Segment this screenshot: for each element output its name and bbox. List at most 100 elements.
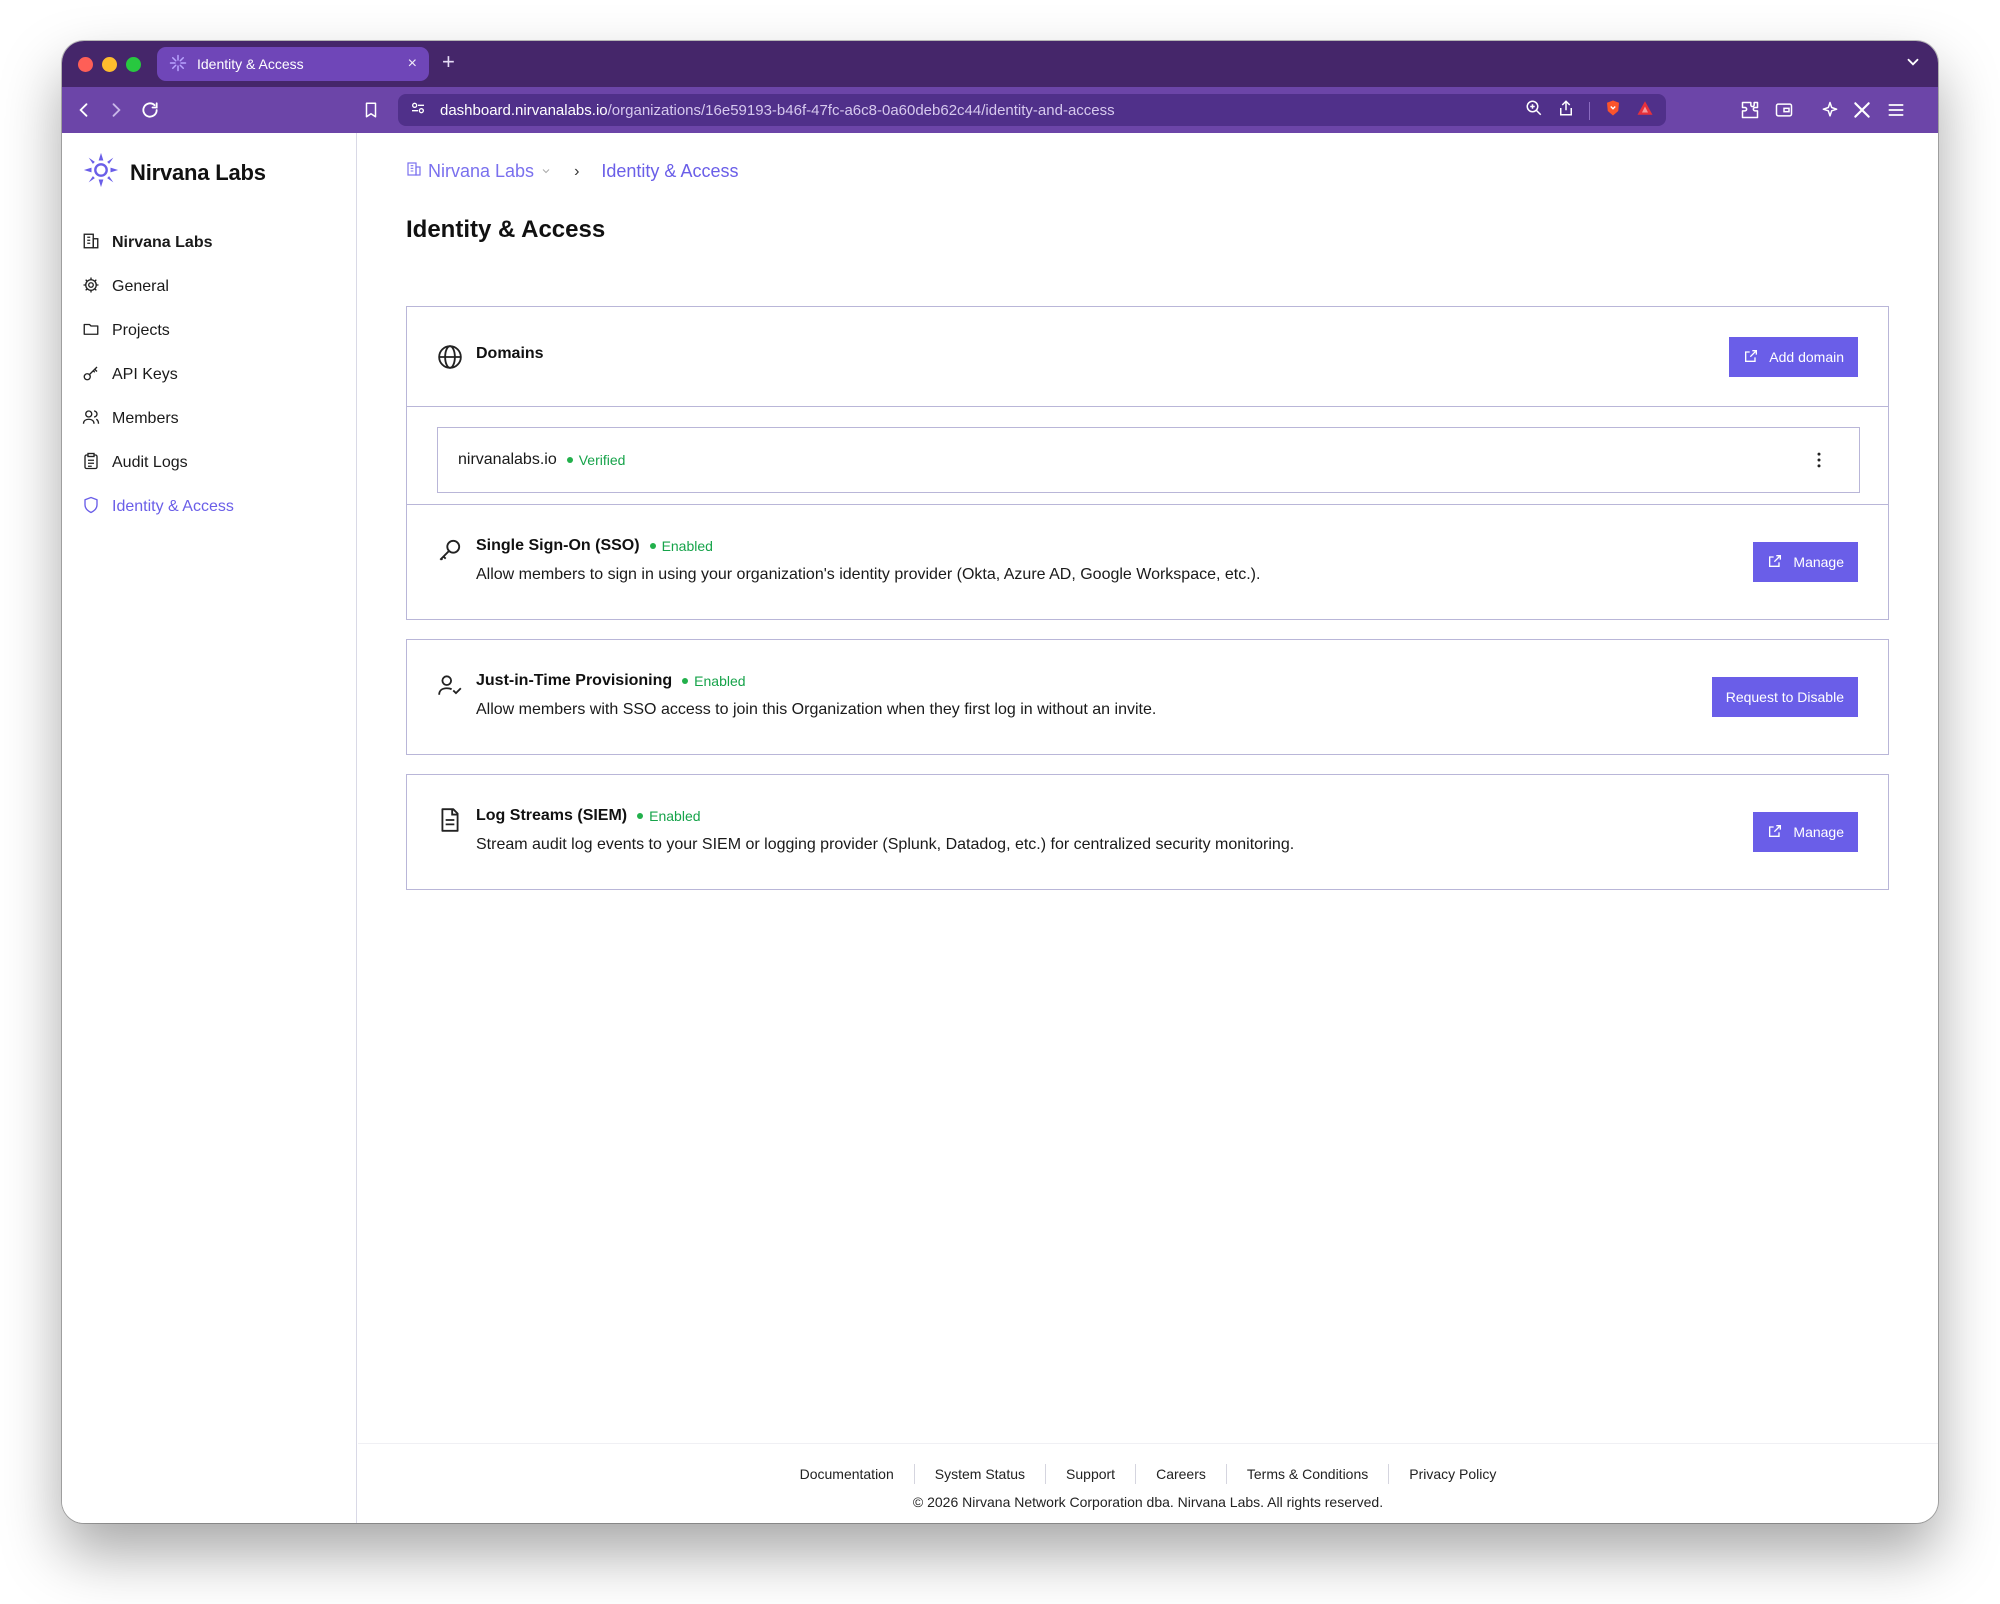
breadcrumb-current[interactable]: Identity & Access — [601, 161, 738, 182]
footer-link-support[interactable]: Support — [1046, 1464, 1137, 1484]
back-icon[interactable] — [72, 98, 96, 122]
chevron-down-icon[interactable] — [1904, 53, 1922, 76]
jit-description: Allow members with SSO access to join th… — [476, 701, 1157, 718]
manage-log-streams-button[interactable]: Manage — [1753, 812, 1858, 852]
minimize-window-button[interactable] — [102, 57, 117, 72]
sidebar-item-api-keys[interactable]: API Keys — [62, 353, 356, 397]
browser-tab[interactable]: Identity & Access × — [157, 47, 429, 81]
sidebar: Nirvana Labs Nirvana Labs General Projec… — [62, 133, 357, 1523]
globe-icon — [437, 344, 463, 370]
breadcrumb-separator: › — [574, 162, 580, 180]
url-host: dashboard.nirvanalabs.io — [440, 101, 608, 119]
tab-close-icon[interactable]: × — [408, 55, 417, 73]
divider — [1589, 101, 1590, 120]
add-domain-button[interactable]: Add domain — [1729, 337, 1858, 377]
user-check-icon — [437, 672, 463, 698]
chevron-down-icon — [540, 161, 552, 182]
status-dot — [682, 678, 689, 684]
clipboard-icon — [82, 452, 100, 475]
manage-label: Manage — [1793, 554, 1844, 570]
log-streams-title: Log Streams (SIEM) Enabled — [476, 807, 701, 825]
log-streams-description: Stream audit log events to your SIEM or … — [476, 836, 1295, 853]
sidebar-item-label: General — [112, 278, 169, 295]
close-window-button[interactable] — [78, 57, 93, 72]
building-icon — [82, 232, 100, 255]
sidebar-item-label: Members — [112, 410, 179, 427]
brand-name: Nirvana Labs — [130, 159, 266, 185]
new-tab-button[interactable]: + — [442, 51, 455, 73]
share-icon[interactable] — [1557, 99, 1575, 122]
shield-icon — [82, 496, 100, 519]
folder-icon — [82, 320, 100, 343]
sidebar-item-general[interactable]: General — [62, 265, 356, 309]
brave-rewards-icon[interactable] — [1636, 99, 1654, 122]
site-settings-icon[interactable] — [410, 100, 426, 121]
tab-bar: Identity & Access × + — [62, 41, 1938, 87]
status-badge: Verified — [566, 452, 626, 468]
browser-toolbar: dashboard.nirvanalabs.io/organizations/1… — [62, 87, 1938, 133]
zoom-icon[interactable] — [1525, 99, 1543, 122]
log-streams-title-text: Log Streams (SIEM) — [476, 807, 628, 824]
extensions-icon[interactable] — [1738, 98, 1762, 122]
external-link-icon — [1767, 823, 1783, 842]
status-label: Enabled — [694, 673, 746, 689]
manage-label: Manage — [1793, 824, 1844, 840]
key-icon — [82, 364, 100, 387]
document-icon — [437, 807, 463, 833]
status-dot — [637, 813, 644, 819]
breadcrumb-org[interactable]: Nirvana Labs — [406, 161, 552, 182]
status-label: Enabled — [661, 538, 713, 554]
jit-title-text: Just-in-Time Provisioning — [476, 672, 673, 689]
status-label: Verified — [578, 452, 626, 468]
footer-link-privacy[interactable]: Privacy Policy — [1389, 1464, 1516, 1484]
status-dot — [566, 457, 573, 463]
footer-links: Documentation System Status Support Care… — [358, 1464, 1938, 1484]
nirvana-logo-icon — [82, 151, 120, 194]
sidebar-nav: Nirvana Labs General Projects API Keys M… — [62, 221, 356, 529]
external-link-icon — [1767, 553, 1783, 572]
menu-icon[interactable] — [1884, 98, 1908, 122]
url-text: dashboard.nirvanalabs.io/organizations/1… — [440, 102, 1115, 119]
manage-sso-button[interactable]: Manage — [1753, 542, 1858, 582]
sidebar-item-members[interactable]: Members — [62, 397, 356, 441]
sidebar-item-projects[interactable]: Projects — [62, 309, 356, 353]
sidebar-item-identity-access[interactable]: Identity & Access — [62, 485, 356, 529]
sidebar-item-label: Audit Logs — [112, 454, 188, 471]
bookmark-icon[interactable] — [359, 98, 383, 122]
footer-link-documentation[interactable]: Documentation — [780, 1464, 915, 1484]
request-to-disable-button[interactable]: Request to Disable — [1711, 677, 1858, 717]
building-icon — [406, 161, 422, 182]
sidebar-item-label: Nirvana Labs — [112, 234, 213, 251]
status-dot — [649, 543, 656, 549]
brave-shield-icon[interactable] — [1604, 98, 1622, 123]
tab-title: Identity & Access — [197, 56, 304, 72]
vpn-icon[interactable] — [1850, 98, 1874, 122]
sso-title-text: Single Sign-On (SSO) — [476, 537, 640, 554]
page-content: Nirvana Labs Nirvana Labs General Projec… — [62, 133, 1938, 1523]
footer-link-careers[interactable]: Careers — [1136, 1464, 1227, 1484]
more-vertical-icon[interactable] — [1809, 450, 1829, 475]
maximize-window-button[interactable] — [126, 57, 141, 72]
forward-icon[interactable] — [104, 98, 128, 122]
leo-ai-icon[interactable] — [1818, 98, 1842, 122]
favicon-icon — [169, 54, 187, 75]
sidebar-item-label: Projects — [112, 322, 170, 339]
jit-card: Just-in-Time Provisioning Enabled Allow … — [406, 639, 1889, 755]
domains-title: Domains — [476, 345, 544, 362]
domains-header: Domains Add domain — [407, 307, 1888, 407]
address-bar[interactable]: dashboard.nirvanalabs.io/organizations/1… — [398, 94, 1666, 126]
status-badge: Enabled — [637, 808, 701, 824]
brand[interactable]: Nirvana Labs — [82, 151, 266, 194]
reload-icon[interactable] — [138, 98, 162, 122]
wallet-icon[interactable] — [1772, 98, 1796, 122]
sidebar-item-nirvana-labs[interactable]: Nirvana Labs — [62, 221, 356, 265]
footer-link-terms[interactable]: Terms & Conditions — [1227, 1464, 1390, 1484]
sidebar-item-audit-logs[interactable]: Audit Logs — [62, 441, 356, 485]
status-badge: Enabled — [682, 673, 746, 689]
sidebar-item-label: API Keys — [112, 366, 178, 383]
status-badge: Enabled — [649, 538, 713, 554]
copyright: © 2026 Nirvana Network Corporation dba. … — [912, 1494, 1384, 1510]
footer-link-system-status[interactable]: System Status — [915, 1464, 1047, 1484]
page-title: Identity & Access — [406, 216, 606, 243]
jit-title: Just-in-Time Provisioning Enabled — [476, 672, 746, 690]
